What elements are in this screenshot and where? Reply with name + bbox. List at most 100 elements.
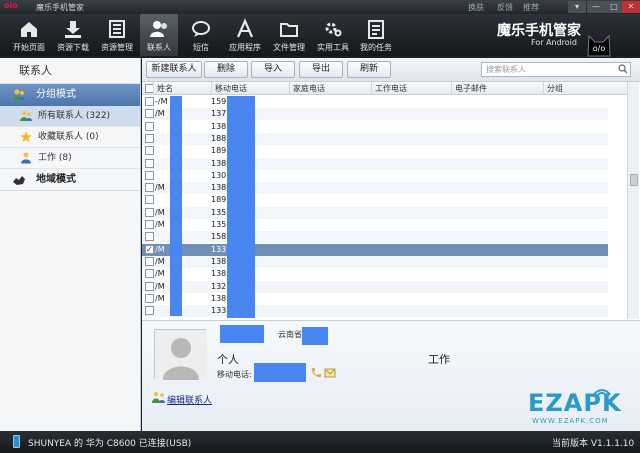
table-row[interactable]: /M 138 87 — [142, 293, 608, 305]
sidebar-item-label: 所有联系人 (322) — [38, 111, 111, 121]
row-checkbox[interactable]: ✓ — [145, 244, 154, 254]
toolbar-label: 开始页面 — [13, 43, 45, 52]
contact-detail: 云南省 个人 工作 移动电话: 编辑联系人 EZAPK WWW.EZAPK.CO… — [142, 320, 640, 431]
table-row[interactable]: 158 65 — [142, 231, 608, 244]
sidebar-geo-mode[interactable]: 地域模式 — [0, 169, 140, 191]
row-checkbox[interactable] — [145, 195, 154, 205]
table-row[interactable]: 188 30 — [142, 132, 608, 145]
column-header-mobile[interactable]: 移动电话 — [211, 82, 289, 95]
wifi-android-icon — [593, 389, 611, 396]
sidebar-group-mode[interactable]: 分组模式 — [0, 84, 140, 106]
group-people-icon — [13, 89, 25, 100]
row-checkbox[interactable] — [145, 183, 154, 193]
row-checkbox[interactable] — [145, 293, 154, 303]
contact-region: 云南省 — [278, 330, 302, 339]
row-checkbox[interactable] — [145, 281, 154, 291]
table-row[interactable]: 189 43 — [142, 145, 608, 157]
delete-button[interactable]: 删除 — [204, 61, 248, 78]
row-checkbox[interactable] — [145, 146, 154, 156]
toolbar-contacts[interactable]: 联系人 — [140, 14, 178, 56]
row-checkbox[interactable] — [145, 232, 154, 242]
toolbar-resources[interactable]: 资源管理 — [96, 14, 138, 56]
download-icon — [65, 21, 81, 38]
feedback-link[interactable]: 反馈 — [497, 2, 513, 13]
table-row[interactable]: -/M 159 47 — [142, 96, 608, 108]
skin-link[interactable]: 换肤 — [468, 2, 484, 13]
table-row[interactable]: 130 80 — [142, 170, 608, 182]
toolbar-files[interactable]: 文件管理 — [268, 14, 310, 56]
row-checkbox[interactable] — [145, 306, 154, 316]
table-row[interactable]: ✓/M 133 06 — [142, 243, 608, 256]
search-input[interactable] — [481, 62, 631, 77]
table-row[interactable]: 133 33 — [142, 305, 608, 318]
toolbar-label: 应用程序 — [229, 43, 261, 52]
row-checkbox[interactable] — [145, 133, 154, 143]
row-checkbox[interactable] — [145, 158, 154, 168]
tools-icon — [325, 22, 342, 37]
recommend-link[interactable]: 推荐 — [523, 2, 539, 13]
toolbar-download[interactable]: 资源下载 — [52, 14, 94, 56]
row-checkbox[interactable] — [145, 97, 154, 106]
table-row[interactable]: /M 138 05 — [142, 182, 608, 195]
sidebar-item-favorites[interactable]: 收藏联系人 (0) — [0, 127, 140, 148]
version-label: 当前版本 V1.1.1.10 — [552, 439, 635, 449]
row-checkbox[interactable] — [145, 121, 154, 131]
row-checkbox[interactable] — [145, 170, 154, 180]
column-header-home[interactable]: 家庭电话 — [289, 82, 371, 95]
export-button[interactable]: 导出 — [299, 61, 343, 78]
close-button[interactable]: ✕ — [622, 1, 640, 13]
device-status: SHUNYEA 的 华为 C8600 已连接(USB) — [28, 439, 192, 449]
table-header: 姓名 移动电话 家庭电话 工作电话 电子邮件 分组 — [142, 82, 628, 95]
app-icon — [236, 18, 254, 38]
row-checkbox[interactable] — [145, 256, 154, 266]
ezapk-watermark: EZAPK WWW.EZAPK.COM — [528, 383, 632, 429]
table-row[interactable]: /M 135 36 — [142, 219, 608, 231]
new-contact-button[interactable]: 新建联系人 — [146, 61, 202, 78]
table-row[interactable]: /M 138 72 — [142, 268, 608, 280]
toolbar-label: 联系人 — [147, 43, 171, 52]
action-bar: 新建联系人 删除 导入 导出 刷新 — [142, 58, 640, 82]
table-row[interactable]: 138 97 — [142, 121, 608, 133]
scrollbar-thumb[interactable] — [630, 174, 638, 186]
table-row[interactable]: 189 60 — [142, 194, 608, 206]
import-button[interactable]: 导入 — [251, 61, 295, 78]
column-header-name[interactable]: 姓名 — [153, 82, 211, 95]
redaction-phone-column — [227, 96, 255, 318]
row-checkbox[interactable] — [145, 220, 154, 229]
toolbar-label: 文件管理 — [273, 43, 305, 52]
table-row[interactable]: /M 132 37 — [142, 280, 608, 293]
row-checkbox[interactable] — [145, 207, 154, 217]
table-row[interactable]: /M 137 72 — [142, 108, 608, 121]
toolbar-apps[interactable]: 应用程序 — [224, 14, 266, 56]
contacts-icon — [150, 21, 167, 37]
row-checkbox[interactable] — [145, 109, 154, 119]
toolbar-sms[interactable]: 短信 — [182, 14, 220, 56]
sidebar: 联系人 分组模式 所有联系人 (322) 收藏联系人 (0) 工作 (8) 地域… — [0, 58, 141, 431]
column-header-email[interactable]: 电子邮件 — [451, 82, 543, 95]
mobile-label: 移动电话: — [217, 370, 252, 379]
person-icon — [21, 152, 31, 164]
table-row[interactable]: /M 138 29 — [142, 255, 608, 268]
search-icon[interactable] — [618, 64, 628, 74]
vertical-scrollbar[interactable] — [627, 82, 639, 319]
menu-button[interactable]: ▾ — [568, 1, 586, 13]
column-header-group[interactable]: 分组 — [543, 82, 609, 95]
sidebar-item-label: 收藏联系人 (0) — [38, 132, 99, 142]
column-header-work[interactable]: 工作电话 — [371, 82, 451, 95]
watermark-url: WWW.EZAPK.COM — [532, 417, 609, 425]
table-row[interactable]: /M 135 80 — [142, 206, 608, 219]
message-icon[interactable] — [324, 367, 336, 379]
toolbar-tools[interactable]: 实用工具 — [312, 14, 354, 56]
sidebar-item-all-contacts[interactable]: 所有联系人 (322) — [0, 106, 140, 127]
edit-contact-link[interactable]: 编辑联系人 — [167, 393, 212, 406]
minimize-button[interactable]: — — [587, 1, 605, 13]
maximize-button[interactable]: □ — [605, 1, 623, 13]
toolbar-tasks[interactable]: 我的任务 — [356, 14, 396, 56]
refresh-button[interactable]: 刷新 — [347, 61, 391, 78]
sidebar-item-work[interactable]: 工作 (8) — [0, 148, 140, 169]
row-checkbox[interactable] — [145, 269, 154, 279]
brand-title: 魔乐手机管家 — [497, 23, 581, 39]
call-icon[interactable] — [310, 367, 322, 379]
table-row[interactable]: 138 18 — [142, 157, 608, 170]
toolbar-home[interactable]: 开始页面 — [8, 14, 50, 56]
